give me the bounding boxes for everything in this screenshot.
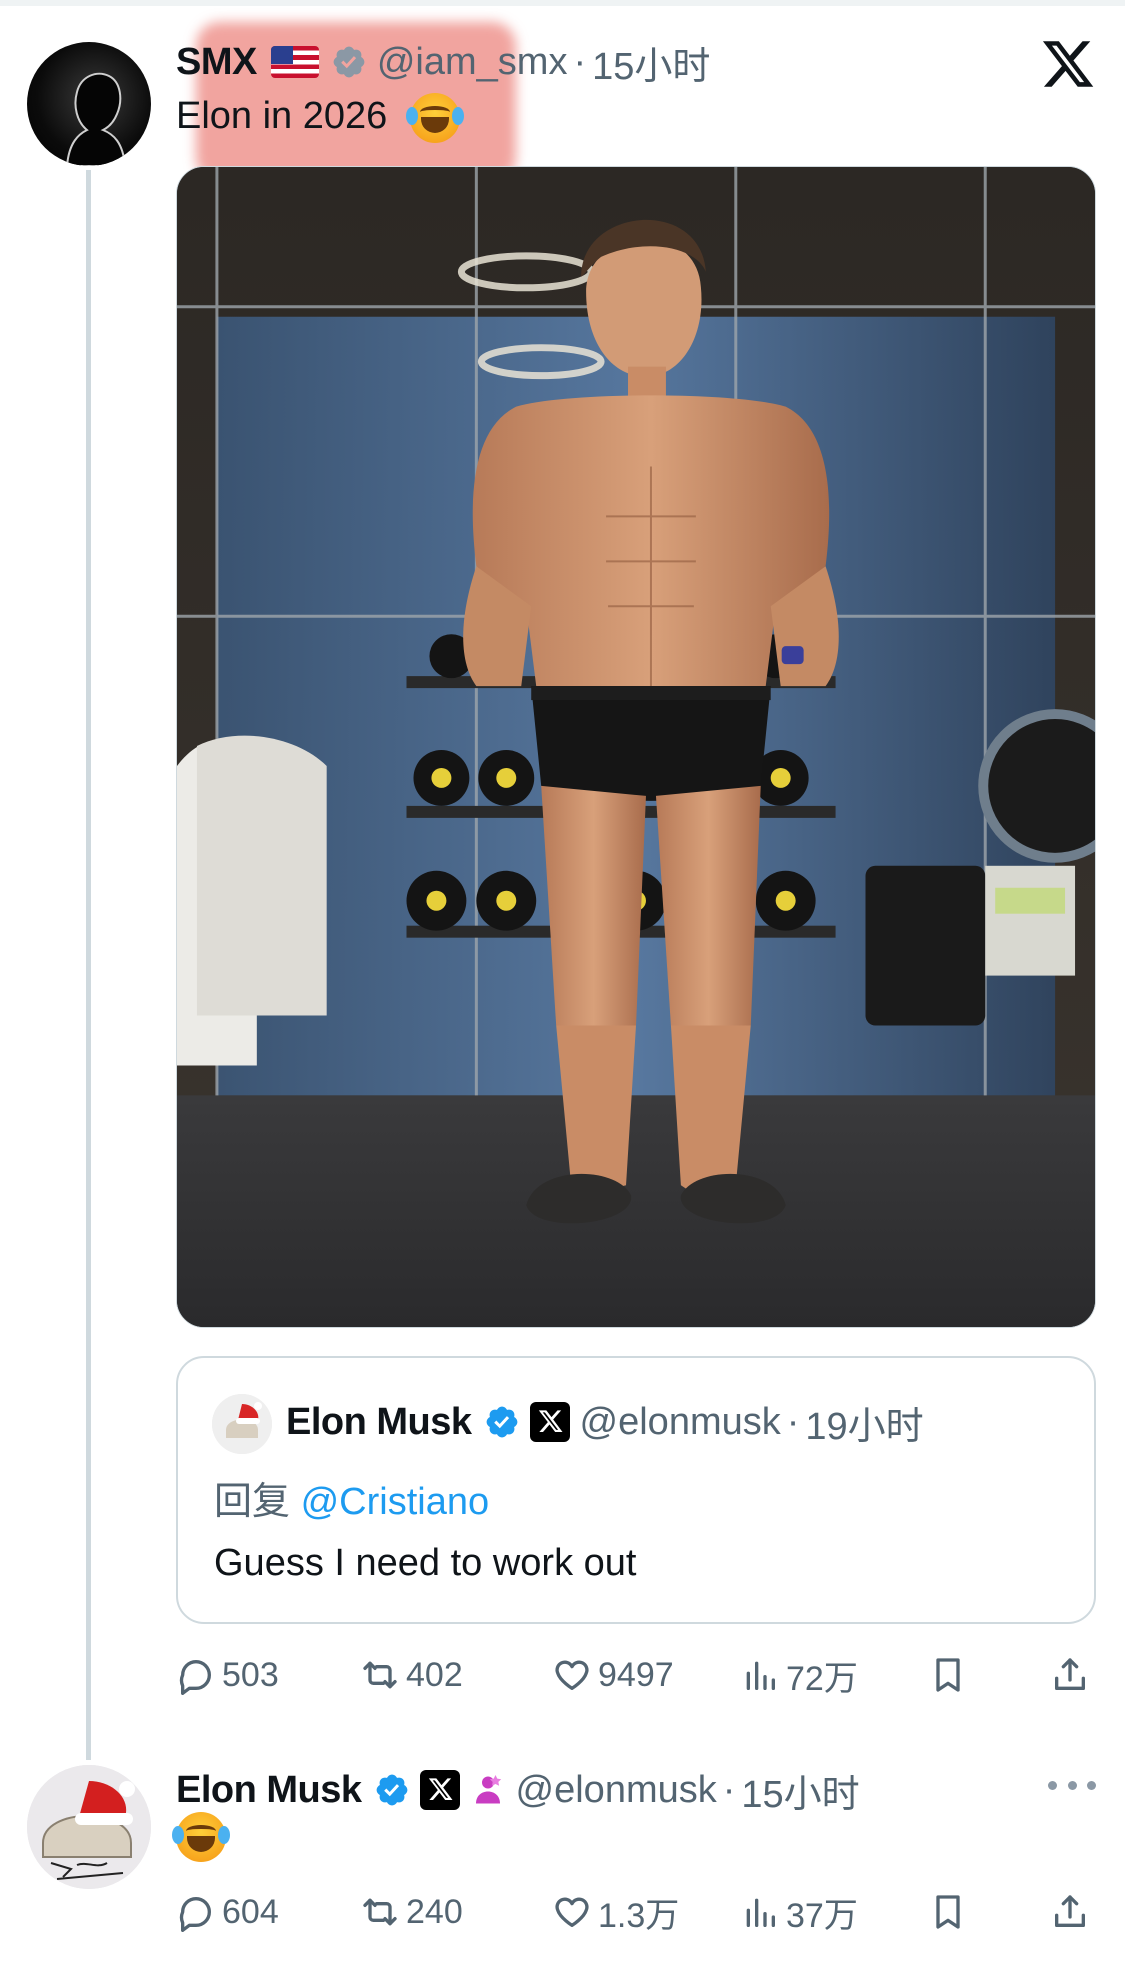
- retweet-button[interactable]: 402: [360, 1645, 463, 1705]
- quoted-author-handle[interactable]: @elonmusk: [580, 1401, 781, 1444]
- reply-icon: [179, 1660, 211, 1695]
- views-bar-chart-icon: [746, 1661, 775, 1690]
- heart-icon: [555, 1660, 589, 1690]
- top-divider: [0, 0, 1125, 6]
- quoted-tweet-card[interactable]: Elon Musk @elonmusk · 19小时 回复 @Cristiano…: [176, 1356, 1096, 1624]
- x-logo-icon[interactable]: [1040, 36, 1096, 92]
- retweet-count: 240: [406, 1892, 463, 1931]
- mention-link[interactable]: @Cristiano: [301, 1481, 490, 1523]
- reply-tweet-text: [172, 1812, 230, 1862]
- like-button[interactable]: 9497: [552, 1645, 674, 1705]
- laughing-emoji-icon: [172, 1812, 230, 1862]
- x-affiliation-badge-icon[interactable]: [419, 1770, 460, 1810]
- heart-icon: [555, 1897, 589, 1927]
- reply-author-handle[interactable]: @elonmusk: [516, 1769, 717, 1812]
- reply-button[interactable]: 503: [176, 1645, 279, 1705]
- tweet-body: Elon in 2026: [176, 95, 388, 137]
- tweet-text: Elon in 2026: [176, 90, 464, 143]
- views-bar-chart-icon: [746, 1898, 775, 1927]
- reply-context: 回复 @Cristiano: [214, 1470, 489, 1525]
- quoted-timestamp[interactable]: 19小时: [805, 1395, 923, 1450]
- reply-author-name[interactable]: Elon Musk: [176, 1769, 362, 1812]
- quoted-tweet-text: Guess I need to work out: [214, 1542, 637, 1584]
- like-button[interactable]: 1.3万: [552, 1882, 679, 1942]
- reply-tweet-actions: 604 240 1.3万 37万: [176, 1882, 1096, 1942]
- author-handle[interactable]: @iam_smx: [377, 41, 568, 84]
- like-count: 1.3万: [598, 1896, 680, 1935]
- separator-dot: ·: [573, 40, 587, 83]
- quoted-avatar[interactable]: [212, 1394, 272, 1454]
- x-affiliation-badge-icon[interactable]: [529, 1402, 570, 1442]
- share-button[interactable]: [1050, 1882, 1096, 1942]
- share-button[interactable]: [1050, 1645, 1096, 1705]
- like-count: 9497: [598, 1655, 674, 1694]
- avatar-silhouette: [65, 72, 127, 166]
- author-name[interactable]: SMX: [176, 41, 257, 84]
- reply-count: 503: [222, 1655, 279, 1694]
- quoted-author-name[interactable]: Elon Musk: [286, 1401, 472, 1444]
- more-options-icon[interactable]: [1048, 1770, 1096, 1800]
- bookmark-button[interactable]: [928, 1882, 974, 1942]
- government-affiliation-icon[interactable]: [470, 1772, 506, 1808]
- retweet-icon: [363, 1661, 397, 1689]
- views-button[interactable]: 37万: [740, 1882, 858, 1942]
- share-icon: [1055, 1658, 1085, 1690]
- tweet-photo[interactable]: [176, 166, 1096, 1328]
- views-count: 72万: [786, 1659, 858, 1698]
- avatar-santa-hat-icon: [27, 1765, 151, 1889]
- avatar[interactable]: [27, 42, 151, 166]
- retweet-button[interactable]: 240: [360, 1882, 463, 1942]
- reply-tweet-header: Elon Musk @elonmusk · 15小时: [176, 1762, 860, 1818]
- separator-dot: ·: [722, 1768, 736, 1811]
- quoted-tweet-header: Elon Musk @elonmusk · 19小时: [286, 1390, 924, 1454]
- laughing-emoji-icon: [405, 92, 464, 143]
- tweet-actions: 503 402 9497 72万: [176, 1645, 1096, 1705]
- share-icon: [1055, 1895, 1085, 1927]
- reply-icon: [179, 1897, 211, 1932]
- verified-blue-icon[interactable]: [374, 1772, 410, 1808]
- photo-illustration: [177, 167, 1095, 1327]
- reply-avatar[interactable]: [27, 1765, 151, 1889]
- thread-connector-line: [86, 170, 91, 1760]
- verified-gray-icon[interactable]: [331, 44, 367, 80]
- reply-timestamp[interactable]: 15小时: [741, 1763, 859, 1818]
- separator-dot: ·: [786, 1400, 800, 1443]
- reply-button[interactable]: 604: [176, 1882, 279, 1942]
- verified-blue-icon[interactable]: [484, 1404, 520, 1440]
- retweet-icon: [363, 1898, 397, 1926]
- views-button[interactable]: 72万: [740, 1645, 858, 1705]
- bookmark-icon: [936, 1658, 960, 1692]
- reply-count: 604: [222, 1892, 279, 1931]
- bookmark-icon: [936, 1895, 960, 1929]
- tweet-header: SMX @iam_smx · 15小时: [176, 34, 710, 90]
- retweet-count: 402: [406, 1655, 463, 1694]
- avatar-santa-hat-icon: [212, 1394, 272, 1454]
- bookmark-button[interactable]: [928, 1645, 974, 1705]
- flag-us-icon: [270, 46, 319, 78]
- timestamp[interactable]: 15小时: [592, 35, 710, 90]
- reply-prefix: 回复: [214, 1481, 291, 1523]
- views-count: 37万: [786, 1896, 858, 1935]
